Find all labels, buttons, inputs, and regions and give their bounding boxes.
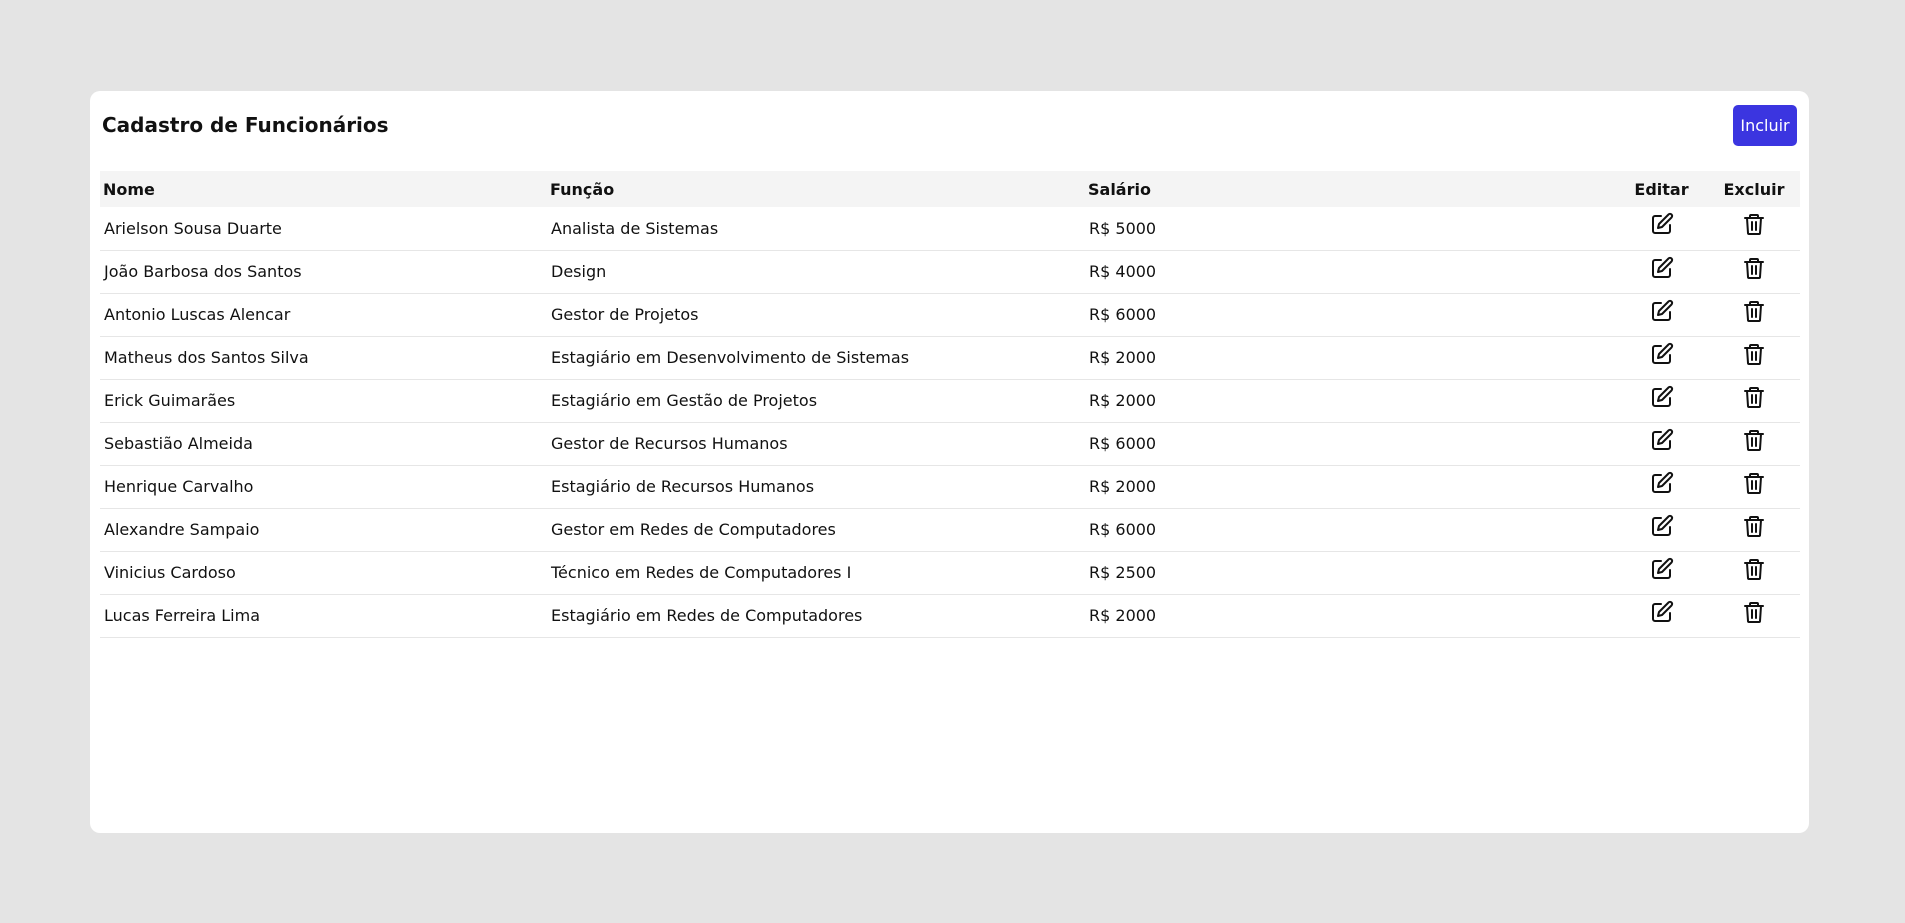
cell-delete <box>1708 551 1800 594</box>
table-row: Matheus dos Santos Silva Estagiário em De… <box>100 336 1800 379</box>
cell-salary: R$ 2000 <box>1089 348 1157 367</box>
cell-name: Erick Guimarães <box>104 391 236 410</box>
edit-icon[interactable] <box>1650 557 1674 581</box>
column-header-edit: Editar <box>1634 179 1689 199</box>
page-title: Cadastro de Funcionários <box>102 113 389 137</box>
cell-edit <box>1615 465 1708 508</box>
table-body: Arielson Sousa Duarte Analista de Sistema… <box>100 207 1800 637</box>
cell-edit <box>1615 508 1708 551</box>
cell-name: Arielson Sousa Duarte <box>104 218 282 238</box>
cell-delete <box>1708 594 1800 637</box>
table-row: Alexandre Sampaio Gestor em Redes de Comp… <box>100 508 1800 551</box>
edit-icon[interactable] <box>1650 471 1674 495</box>
cell-edit <box>1615 207 1708 250</box>
cell-name: João Barbosa dos Santos <box>104 262 302 281</box>
cell-edit <box>1615 594 1708 637</box>
cell-role: Gestor de Recursos Humanos <box>551 434 788 453</box>
cell-name: Matheus dos Santos Silva <box>104 348 309 367</box>
trash-icon[interactable] <box>1742 299 1766 323</box>
edit-icon[interactable] <box>1650 212 1674 236</box>
cell-name: Antonio Luscas Alencar <box>104 305 291 324</box>
cell-role: Técnico em Redes de Computadores I <box>551 563 852 582</box>
cell-salary: R$ 2000 <box>1089 477 1157 496</box>
column-header-delete: Excluir <box>1723 179 1785 199</box>
edit-icon[interactable] <box>1650 385 1674 409</box>
trash-icon[interactable] <box>1742 342 1766 366</box>
table-row: Arielson Sousa Duarte Analista de Sistema… <box>100 207 1800 250</box>
column-header-salary: Salário <box>1088 179 1151 199</box>
card-header: Cadastro de Funcionários Incluir <box>90 91 1809 171</box>
add-employee-button[interactable]: Incluir <box>1733 105 1797 146</box>
table-row: Sebastião Almeida Gestor de Recursos Huma… <box>100 422 1800 465</box>
cell-name: Henrique Carvalho <box>104 477 254 496</box>
cell-salary: R$ 4000 <box>1089 262 1157 281</box>
trash-icon[interactable] <box>1742 600 1766 624</box>
cell-delete <box>1708 207 1800 250</box>
cell-edit <box>1615 250 1708 293</box>
cell-role: Design <box>551 262 607 281</box>
cell-role: Estagiário de Recursos Humanos <box>551 477 815 496</box>
edit-icon[interactable] <box>1650 256 1674 280</box>
edit-icon[interactable] <box>1650 342 1674 366</box>
table-row: João Barbosa dos Santos Design R$ 4000 <box>100 250 1800 293</box>
trash-icon[interactable] <box>1742 385 1766 409</box>
cell-edit <box>1615 379 1708 422</box>
cell-role: Analista de Sistemas <box>551 218 719 238</box>
table-header-row: Nome Função Salário Editar Excluir <box>100 171 1800 207</box>
cell-delete <box>1708 379 1800 422</box>
cell-name: Lucas Ferreira Lima <box>104 606 260 625</box>
employee-table: Nome Função Salário Editar Excluir Ariel… <box>100 171 1800 638</box>
cell-edit <box>1615 551 1708 594</box>
trash-icon[interactable] <box>1742 212 1766 236</box>
cell-salary: R$ 2000 <box>1089 391 1157 410</box>
cell-name: Sebastião Almeida <box>104 434 253 453</box>
edit-icon[interactable] <box>1650 600 1674 624</box>
cell-role: Estagiário em Redes de Computadores <box>551 606 863 625</box>
cell-salary: R$ 6000 <box>1089 434 1157 453</box>
cell-salary: R$ 2000 <box>1089 606 1157 625</box>
cell-delete <box>1708 293 1800 336</box>
cell-role: Gestor de Projetos <box>551 305 699 324</box>
cell-role: Estagiário em Desenvolvimento de Sistema… <box>551 348 910 367</box>
cell-delete <box>1708 508 1800 551</box>
cell-name: Vinicius Cardoso <box>104 563 236 582</box>
column-header-role: Função <box>550 179 615 199</box>
cell-role: Gestor em Redes de Computadores <box>551 520 836 539</box>
cell-salary: R$ 5000 <box>1089 218 1157 238</box>
cell-delete <box>1708 250 1800 293</box>
edit-icon[interactable] <box>1650 299 1674 323</box>
cell-salary: R$ 2500 <box>1089 563 1157 582</box>
trash-icon[interactable] <box>1742 428 1766 452</box>
cell-edit <box>1615 293 1708 336</box>
edit-icon[interactable] <box>1650 514 1674 538</box>
cell-salary: R$ 6000 <box>1089 520 1157 539</box>
trash-icon[interactable] <box>1742 471 1766 495</box>
edit-icon[interactable] <box>1650 428 1674 452</box>
trash-icon[interactable] <box>1742 256 1766 280</box>
table-row: Lucas Ferreira Lima Estagiário em Redes d… <box>100 594 1800 637</box>
cell-salary: R$ 6000 <box>1089 305 1157 324</box>
table-row: Erick Guimarães Estagiário em Gestão de P… <box>100 379 1800 422</box>
table-row: Vinicius Cardoso Técnico em Redes de Comp… <box>100 551 1800 594</box>
cell-edit <box>1615 336 1708 379</box>
table-row: Henrique Carvalho Estagiário de Recursos … <box>100 465 1800 508</box>
table-row: Antonio Luscas Alencar Gestor de Projetos… <box>100 293 1800 336</box>
cell-edit <box>1615 422 1708 465</box>
cell-delete <box>1708 336 1800 379</box>
trash-icon[interactable] <box>1742 557 1766 581</box>
trash-icon[interactable] <box>1742 514 1766 538</box>
cell-delete <box>1708 422 1800 465</box>
employee-card: Cadastro de Funcionários Incluir Nome Fu… <box>90 91 1809 833</box>
cell-name: Alexandre Sampaio <box>104 520 260 539</box>
cell-role: Estagiário em Gestão de Projetos <box>551 391 818 410</box>
column-header-name: Nome <box>103 179 155 199</box>
cell-delete <box>1708 465 1800 508</box>
